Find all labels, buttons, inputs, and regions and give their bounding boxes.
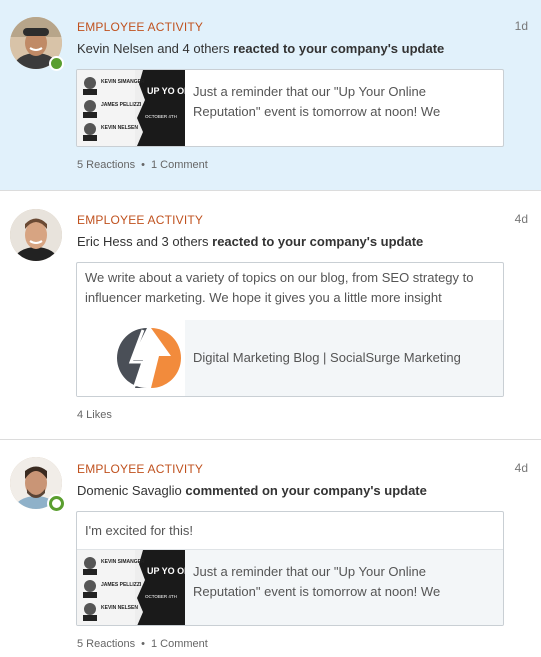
notification-action: reacted to your company's update (233, 41, 445, 56)
update-snippet: We write about a variety of topics on ou… (85, 270, 474, 305)
comments-count[interactable]: 1 Comment (151, 638, 208, 650)
notification-headline[interactable]: Domenic Savaglio commented on your compa… (77, 483, 427, 498)
avatar[interactable] (10, 17, 64, 71)
notification-category: EMPLOYEE ACTIVITY (77, 20, 204, 34)
thumb-date: OCTOBER 4TH (145, 594, 177, 599)
socialsurge-logo (77, 320, 185, 396)
shared-update-text: Just a reminder that our "Up Your Online… (193, 564, 441, 599)
shared-update-preview[interactable]: KEVIN SIMANGER JAMES PELLIZZI KEVIN NELS… (77, 70, 503, 146)
reactions-count[interactable]: 5 Reactions (77, 159, 135, 171)
online-status-icon (49, 496, 64, 511)
thumb-name: KEVIN NELSEN (101, 605, 138, 611)
thumb-name: JAMES PELLIZZI (101, 102, 142, 108)
social-counts: 5 Reactions • 1 Comment (77, 638, 208, 650)
comments-count[interactable]: 1 Comment (151, 159, 208, 171)
notification-item[interactable]: EMPLOYEE ACTIVITY 4d Eric Hess and 3 oth… (0, 190, 541, 439)
thumb-title: UP YO ON REPUTA (147, 566, 185, 576)
notification-category: EMPLOYEE ACTIVITY (77, 462, 204, 476)
thumb-name: KEVIN SIMANGER (101, 559, 145, 565)
shared-update-card[interactable]: We write about a variety of topics on ou… (76, 262, 504, 397)
actor-name[interactable]: Domenic Savaglio (77, 483, 182, 498)
shared-update-card[interactable]: KEVIN SIMANGER JAMES PELLIZZI KEVIN NELS… (76, 69, 504, 147)
event-flyer-thumbnail: KEVIN SIMANGER JAMES PELLIZZI KEVIN NELS… (77, 550, 185, 625)
thumb-name: KEVIN SIMANGER (101, 79, 145, 85)
notification-category: EMPLOYEE ACTIVITY (77, 213, 204, 227)
thumb-name: KEVIN NELSEN (101, 125, 138, 131)
thumb-title: UP YO ON REPUTA (147, 86, 185, 96)
reactions-count[interactable]: 5 Reactions (77, 638, 135, 650)
shared-update-preview[interactable]: KEVIN SIMANGER JAMES PELLIZZI KEVIN NELS… (77, 549, 503, 625)
actor-name[interactable]: Eric Hess and 3 others (77, 234, 209, 249)
notification-action: commented on your company's update (185, 483, 427, 498)
likes-count[interactable]: 4 Likes (77, 409, 112, 421)
separator-dot-icon: • (141, 638, 145, 650)
social-counts: 4 Likes (77, 409, 112, 421)
event-flyer-thumbnail: KEVIN SIMANGER JAMES PELLIZZI KEVIN NELS… (77, 70, 185, 146)
shared-update-card[interactable]: I'm excited for this! KEVIN SIMANGER JAM… (76, 511, 504, 626)
comment-text: I'm excited for this! (85, 523, 193, 538)
notification-time: 4d (514, 461, 528, 475)
social-counts: 5 Reactions • 1 Comment (77, 159, 208, 171)
avatar-photo (10, 209, 62, 261)
link-title: Digital Marketing Blog | SocialSurge Mar… (193, 350, 461, 365)
notification-item[interactable]: EMPLOYEE ACTIVITY 4d Domenic Savaglio co… (0, 439, 541, 657)
thumb-name: JAMES PELLIZZI (101, 582, 142, 588)
separator-dot-icon: • (141, 159, 145, 171)
notification-item[interactable]: EMPLOYEE ACTIVITY 1d Kevin Nelsen and 4 … (0, 0, 541, 190)
avatar[interactable] (10, 209, 62, 261)
thumb-date: OCTOBER 4TH (145, 114, 177, 119)
notification-action: reacted to your company's update (212, 234, 424, 249)
avatar[interactable] (10, 457, 64, 511)
notification-headline[interactable]: Kevin Nelsen and 4 others reacted to you… (77, 41, 444, 56)
notification-time: 1d (514, 19, 528, 33)
actor-name[interactable]: Kevin Nelsen and 4 others (77, 41, 229, 56)
notification-headline[interactable]: Eric Hess and 3 others reacted to your c… (77, 234, 423, 249)
notification-time: 4d (514, 212, 528, 226)
online-status-icon (49, 56, 64, 71)
shared-update-text: Just a reminder that our "Up Your Online… (193, 84, 441, 119)
link-preview[interactable]: Digital Marketing Blog | SocialSurge Mar… (77, 320, 503, 396)
